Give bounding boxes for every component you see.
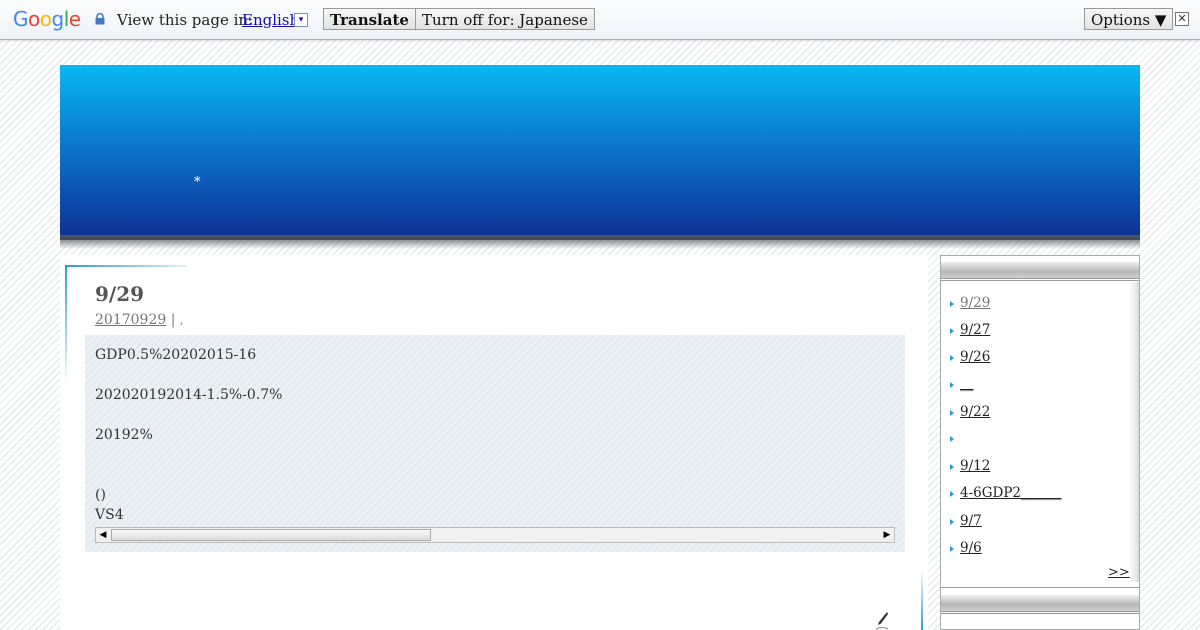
options-button[interactable]: Options ▼ xyxy=(1084,8,1174,30)
sidebar-item-link[interactable]: 9/26 xyxy=(960,349,990,365)
bullet-icon xyxy=(950,354,954,361)
sidebar-item-link[interactable]: 9/12 xyxy=(960,458,990,474)
bullet-icon xyxy=(950,327,954,334)
bullet-icon xyxy=(950,490,954,497)
header-banner xyxy=(60,65,1140,240)
bullet-icon xyxy=(950,381,954,388)
scrollbar-thumb[interactable] xyxy=(111,529,431,541)
banner-shadow xyxy=(60,235,1140,249)
sidebar-item[interactable]: 9/12 xyxy=(950,458,990,474)
sidebar-item-link[interactable]: 9/29 xyxy=(960,295,990,311)
divider xyxy=(941,613,1139,614)
corner-decoration xyxy=(65,265,67,385)
sidebar-item[interactable]: 9/22 xyxy=(950,404,990,420)
post-date-link[interactable]: 20170929 xyxy=(95,312,166,328)
post-paragraph: () xyxy=(95,487,106,503)
divider xyxy=(941,280,1139,281)
sidebar-item[interactable]: 4-6GDP2______ xyxy=(950,485,1062,501)
sidebar-header xyxy=(941,595,1139,612)
close-icon[interactable]: ✕ xyxy=(1175,12,1189,26)
post-paragraph: 20192% xyxy=(95,427,153,443)
translate-button[interactable]: Translate xyxy=(323,8,416,30)
corner-decoration xyxy=(65,265,187,267)
language-dropdown-icon[interactable]: ▾ xyxy=(294,13,308,27)
sidebar-item[interactable]: 9/7 xyxy=(950,513,982,529)
corner-decoration xyxy=(921,570,923,630)
post-paragraph: GDP0.5%20202015-16 xyxy=(95,347,257,363)
divider xyxy=(941,587,1139,588)
bullet-icon xyxy=(950,435,954,442)
view-page-label: View this page in: xyxy=(117,11,254,29)
horizontal-scrollbar[interactable]: ◀ ▶ xyxy=(95,527,895,543)
sidebar-shadow xyxy=(1129,282,1139,582)
bullet-icon xyxy=(950,518,954,525)
bullet-icon xyxy=(950,545,954,552)
sidebar-item-link[interactable]: 4-6GDP2______ xyxy=(960,485,1062,501)
bullet-icon xyxy=(950,409,954,416)
sidebar-item-link[interactable]: 9/27 xyxy=(960,322,990,338)
sidebar-item-link[interactable]: __ xyxy=(960,376,974,392)
lock-icon xyxy=(95,13,105,25)
more-link[interactable]: >> xyxy=(1108,565,1130,580)
post-paragraph: 202020192014-1.5%-0.7% xyxy=(95,387,283,403)
sidebar-item[interactable]: 9/27 xyxy=(950,322,990,338)
post-body xyxy=(85,335,905,552)
post-meta: 20170929 | , xyxy=(95,312,183,328)
google-logo: Google xyxy=(13,7,81,31)
pen-icon xyxy=(875,612,889,630)
sidebar-item[interactable]: __ xyxy=(950,376,974,392)
scroll-right-arrow[interactable]: ▶ xyxy=(880,528,894,542)
sidebar-item[interactable]: 9/6 xyxy=(950,540,982,556)
translate-bar: Google View this page in: English ▾ Tran… xyxy=(0,0,1200,40)
sidebar-item-link[interactable]: 9/22 xyxy=(960,404,990,420)
sidebar-item[interactable]: 9/29 xyxy=(950,295,990,311)
bullet-icon xyxy=(950,300,954,307)
post-paragraph: VS4 xyxy=(95,507,124,523)
language-link[interactable]: English xyxy=(242,11,299,29)
banner-star: * xyxy=(194,175,201,190)
sidebar-item-link[interactable]: 9/7 xyxy=(960,513,982,529)
meta-separator: | xyxy=(166,312,180,328)
sidebar-item[interactable] xyxy=(950,430,960,446)
post-title: 9/29 xyxy=(95,282,145,306)
turn-off-button[interactable]: Turn off for: Japanese xyxy=(415,8,595,30)
sidebar-header xyxy=(941,262,1139,279)
scroll-left-arrow[interactable]: ◀ xyxy=(96,528,110,542)
bullet-icon xyxy=(950,463,954,470)
sidebar-item[interactable]: 9/26 xyxy=(950,349,990,365)
meta-extra: , xyxy=(179,314,184,327)
sidebar-item-link[interactable]: 9/6 xyxy=(960,540,982,556)
